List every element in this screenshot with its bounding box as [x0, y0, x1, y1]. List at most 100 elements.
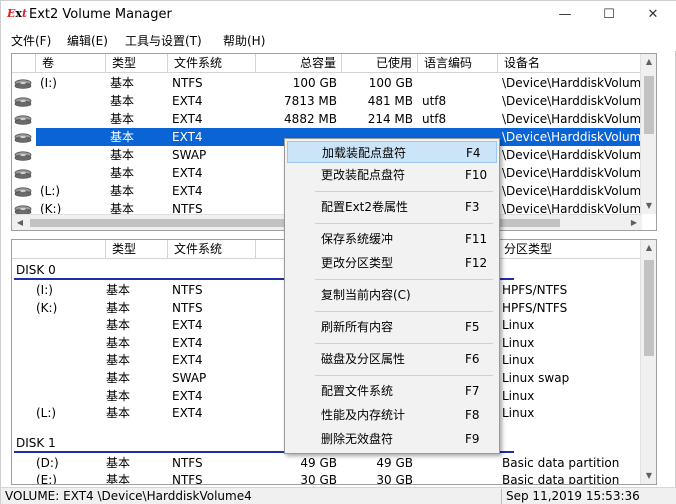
menu-flush-cache[interactable]: 保存系统缓冲 F11	[287, 228, 497, 250]
cell-used: 214 MB	[367, 112, 413, 126]
scroll-up-icon[interactable]: ▲	[641, 240, 656, 256]
menu-shortcut: F3	[465, 200, 480, 214]
cell-filesystem: NTFS	[172, 76, 203, 90]
menu-change-part-type[interactable]: 更改分区类型 F12	[287, 252, 497, 274]
disk-drive-icon	[14, 96, 32, 107]
cell-device: \Device\HarddiskVolume6	[502, 166, 642, 180]
menu-tools[interactable]: 工具与设置(T)	[125, 32, 202, 49]
menu-config-fs[interactable]: 配置文件系统 F7	[287, 380, 497, 402]
col-disk[interactable]	[12, 240, 106, 259]
col-filesystem[interactable]: 文件系统	[168, 54, 256, 73]
cell-used: 30 GB	[376, 473, 413, 485]
col-part-kind[interactable]: 分区类型	[498, 240, 642, 259]
cell-total: 100 GB	[292, 76, 337, 90]
menu-load-mountpoint[interactable]: 加载装配点盘符 F4	[287, 141, 497, 163]
cell-volume: (K:)	[36, 300, 58, 315]
close-button[interactable]: ✕	[631, 1, 675, 29]
cell-device: \Device\HarddiskVolume7	[502, 184, 642, 198]
cell-filesystem: EXT4	[172, 130, 203, 144]
cell-volume: (I:)	[40, 76, 57, 90]
cell-part-kind: Linux	[502, 406, 535, 421]
disk-drive-icon	[14, 78, 32, 89]
cell-filesystem: EXT4	[172, 388, 203, 403]
col-part-type[interactable]: 类型	[106, 240, 168, 259]
scroll-thumb[interactable]	[644, 260, 654, 356]
cell-volume	[36, 164, 106, 182]
table-row[interactable]: 基本 EXT4 7813 MB 481 MB utf8 \Device\HarddiskV…	[12, 92, 642, 110]
cell-type: 基本	[106, 388, 131, 403]
title-bar[interactable]: Ext Ext2 Volume Manager — ☐ ✕	[1, 1, 676, 29]
cell-filesystem: SWAP	[172, 371, 207, 385]
volume-list-vscroll[interactable]: ▲ ▼	[640, 54, 656, 214]
cell-filesystem: NTFS	[172, 300, 203, 315]
scroll-up-icon[interactable]: ▲	[641, 54, 656, 70]
menu-shortcut: F6	[465, 352, 480, 366]
col-used[interactable]: 已使用	[342, 54, 418, 73]
scroll-thumb[interactable]	[644, 76, 654, 134]
menu-bar: 文件(F) 编辑(E) 工具与设置(T) 帮助(H)	[1, 29, 676, 51]
menu-shortcut: F11	[465, 232, 488, 246]
partition-row[interactable]: (E:) 基本 NTFS 30 GB 30 GB Basic data partition	[12, 471, 642, 485]
cell-total: 30 GB	[300, 473, 337, 485]
minimize-button[interactable]: —	[543, 1, 587, 29]
cell-type: 基本	[110, 76, 135, 90]
app-window: Ext Ext2 Volume Manager — ☐ ✕ 文件(F) 编辑(E…	[0, 0, 676, 504]
menu-volume-props[interactable]: 配置Ext2卷属性 F3	[287, 196, 497, 218]
cell-type: 基本	[110, 94, 135, 108]
disk1-label[interactable]: DISK 1	[16, 435, 56, 451]
menu-shortcut: F8	[465, 408, 480, 422]
cell-volume: (L:)	[36, 406, 57, 421]
cell-device: \Device\HarddiskVolume5	[502, 148, 642, 162]
disk-drive-icon	[14, 114, 32, 125]
status-datetime: Sep 11,2019 15:53:36	[506, 489, 640, 503]
col-volume[interactable]: 卷	[36, 54, 106, 73]
disk-list-vscroll[interactable]: ▲ ▼	[640, 240, 656, 484]
col-type[interactable]: 类型	[106, 54, 168, 73]
maximize-button[interactable]: ☐	[587, 1, 631, 29]
partition-row[interactable]: (D:) 基本 NTFS 49 GB 49 GB Basic data partition	[12, 454, 642, 472]
menu-file[interactable]: 文件(F)	[11, 32, 51, 49]
menu-edit[interactable]: 编辑(E)	[67, 32, 108, 49]
scroll-down-icon[interactable]: ▼	[641, 468, 656, 484]
disk0-label[interactable]: DISK 0	[16, 262, 56, 278]
menu-perf-stats[interactable]: 性能及内存统计 F8	[287, 404, 497, 426]
cell-volume	[32, 316, 102, 334]
cell-type: 基本	[110, 130, 135, 144]
col-codepage[interactable]: 语言编码	[418, 54, 498, 73]
table-row[interactable]: (I:) 基本 NTFS 100 GB 100 GB \Device\HarddiskVo…	[12, 74, 642, 92]
menu-disk-props[interactable]: 磁盘及分区属性 F6	[287, 348, 497, 370]
cell-volume	[32, 369, 102, 387]
menu-change-mountpoint[interactable]: 更改装配点盘符 F10	[287, 164, 497, 186]
cell-volume	[32, 387, 102, 405]
scroll-right-icon[interactable]: ▶	[626, 215, 642, 230]
col-part-fs[interactable]: 文件系统	[168, 240, 256, 259]
scroll-left-icon[interactable]: ◀	[12, 215, 28, 230]
menu-refresh[interactable]: 刷新所有内容 F5	[287, 316, 497, 338]
menu-remove-dead-letters[interactable]: 删除无效盘符 F9	[287, 428, 497, 450]
cell-volume	[36, 92, 106, 110]
col-device[interactable]: 设备名	[498, 54, 642, 73]
cell-filesystem: NTFS	[172, 473, 203, 485]
cell-volume	[32, 334, 102, 352]
col-icon[interactable]	[12, 54, 36, 73]
cell-part-kind: HPFS/NTFS	[502, 283, 568, 297]
menu-shortcut: F4	[466, 146, 481, 160]
status-separator	[501, 489, 502, 504]
menu-separator	[315, 311, 493, 312]
table-row[interactable]: 基本 EXT4 4882 MB 214 MB utf8 \Device\HarddiskV…	[12, 110, 642, 128]
col-total[interactable]: 总容量	[256, 54, 342, 73]
cell-volume	[36, 128, 106, 146]
cell-type: 基本	[106, 300, 131, 315]
menu-label: 性能及内存统计	[321, 408, 406, 422]
cell-part-kind: Basic data partition	[502, 456, 620, 470]
scroll-down-icon[interactable]: ▼	[641, 198, 656, 214]
menu-copy[interactable]: 复制当前内容(C)	[287, 284, 497, 306]
cell-filesystem: EXT4	[172, 112, 203, 126]
cell-filesystem: EXT4	[172, 353, 203, 368]
menu-separator	[315, 223, 493, 224]
cell-device: \Device\HarddiskVolume1	[502, 76, 642, 90]
menu-help[interactable]: 帮助(H)	[223, 32, 265, 49]
cell-part-kind: Linux swap	[502, 371, 570, 385]
cell-type: 基本	[106, 406, 131, 421]
ext2-app-icon: Ext	[7, 7, 28, 20]
